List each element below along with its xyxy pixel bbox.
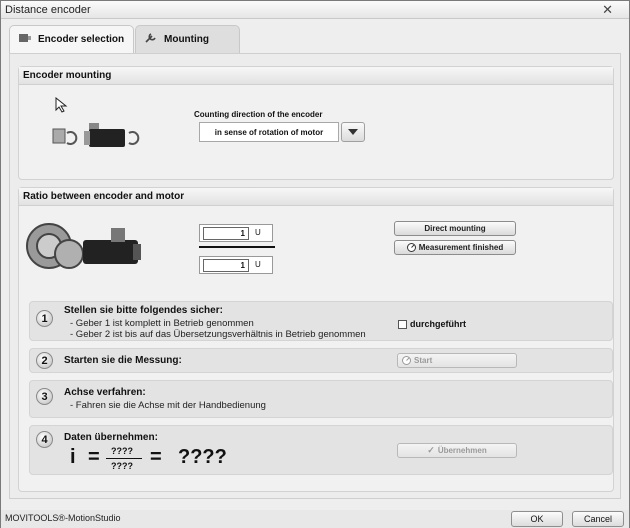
- step-number: 3: [36, 388, 53, 405]
- dropdown-button[interactable]: [341, 122, 365, 142]
- chevron-down-icon: [348, 129, 358, 135]
- step-title: Starten sie die Messung:: [64, 355, 182, 366]
- gauge-icon: [402, 356, 411, 365]
- numerator-field[interactable]: 1 U: [199, 224, 273, 242]
- done-checkbox-label: durchgeführt: [410, 319, 466, 329]
- encoder-mounting-panel: Encoder mounting Counting direction of t…: [18, 66, 614, 180]
- button-label: Measurement finished: [418, 243, 504, 252]
- brand-label: MOVITOOLS®-MotionStudio: [5, 513, 121, 523]
- title-bar: Distance encoder ✕: [1, 1, 629, 19]
- measurement-finished-button[interactable]: Measurement finished: [394, 240, 516, 255]
- step-line: - Geber 2 ist bis auf das Übersetzungsve…: [70, 329, 366, 340]
- gauge-icon: [406, 243, 416, 252]
- tab-mounting[interactable]: Mounting: [135, 25, 240, 53]
- footer-bar: MOVITOOLS®-MotionStudio OK Cancel: [1, 510, 629, 528]
- tab-label: Mounting: [164, 34, 209, 45]
- direct-mounting-button[interactable]: Direct mounting: [394, 221, 516, 236]
- ok-button[interactable]: OK: [511, 511, 563, 527]
- step-title: Achse verfahren:: [64, 387, 146, 398]
- encoder-icon: [18, 32, 32, 47]
- step-title: Daten übernehmen:: [64, 432, 158, 443]
- tab-encoder-selection[interactable]: Encoder selection: [9, 25, 134, 53]
- mouse-cursor-icon: [55, 97, 68, 113]
- formula-line: [106, 458, 142, 459]
- ratio-panel: Ratio between encoder and motor 1 U 1 U …: [18, 187, 614, 492]
- step-number: 4: [36, 431, 53, 448]
- fraction-line: [199, 246, 275, 248]
- button-label: Übernehmen: [437, 446, 487, 455]
- counting-direction-select[interactable]: in sense of rotation of motor: [199, 122, 339, 142]
- tab-label: Encoder selection: [38, 34, 125, 45]
- tab-bar: Encoder selection Mounting: [9, 25, 249, 53]
- formula-denominator: ????: [111, 461, 133, 471]
- start-button[interactable]: Start: [397, 353, 517, 368]
- panel-header: Encoder mounting: [19, 67, 613, 85]
- step-line: - Geber 1 ist komplett in Betrieb genomm…: [70, 318, 254, 329]
- unit-label: U: [255, 260, 261, 269]
- dialog-window: Distance encoder ✕ Encoder selection Mou…: [0, 0, 630, 528]
- ratio-symbol: i: [70, 446, 76, 468]
- step-number: 2: [36, 352, 53, 369]
- step-1: 1 Stellen sie bitte folgendes sicher: - …: [29, 301, 613, 341]
- mounting-content: Encoder mounting Counting direction of t…: [9, 53, 621, 499]
- checkmark-icon: ✓: [427, 445, 435, 455]
- step-2: 2 Starten sie die Messung: Start: [29, 348, 613, 373]
- gear-motor-icon: [26, 223, 141, 269]
- denominator-field[interactable]: 1 U: [199, 256, 273, 274]
- cancel-button[interactable]: Cancel: [572, 511, 624, 527]
- unit-label: U: [255, 228, 261, 237]
- denominator-input[interactable]: 1: [203, 259, 249, 272]
- ratio-result: ????: [178, 446, 227, 468]
- counting-direction-label: Counting direction of the encoder: [194, 110, 323, 119]
- motor-direction-icon: [52, 123, 140, 147]
- numerator-input[interactable]: 1: [203, 227, 249, 240]
- step-3: 3 Achse verfahren: - Fahren sie die Achs…: [29, 380, 613, 418]
- step-number: 1: [36, 310, 53, 327]
- button-label: Start: [414, 356, 433, 365]
- close-icon[interactable]: ✕: [602, 2, 613, 18]
- button-label: Direct mounting: [424, 224, 486, 233]
- equals-sign: =: [150, 446, 162, 468]
- panel-header: Ratio between encoder and motor: [19, 188, 613, 206]
- step-line: - Fahren sie die Achse mit der Handbedie…: [70, 400, 266, 411]
- window-title: Distance encoder: [5, 4, 91, 16]
- equals-sign: =: [88, 446, 100, 468]
- formula-numerator: ????: [111, 446, 133, 456]
- wrench-icon: [144, 32, 158, 47]
- step-4: 4 Daten übernehmen: i = ???? ???? = ????…: [29, 425, 613, 475]
- apply-button[interactable]: ✓ Übernehmen: [397, 443, 517, 458]
- done-checkbox[interactable]: [398, 320, 407, 329]
- step-title: Stellen sie bitte folgendes sicher:: [64, 305, 223, 316]
